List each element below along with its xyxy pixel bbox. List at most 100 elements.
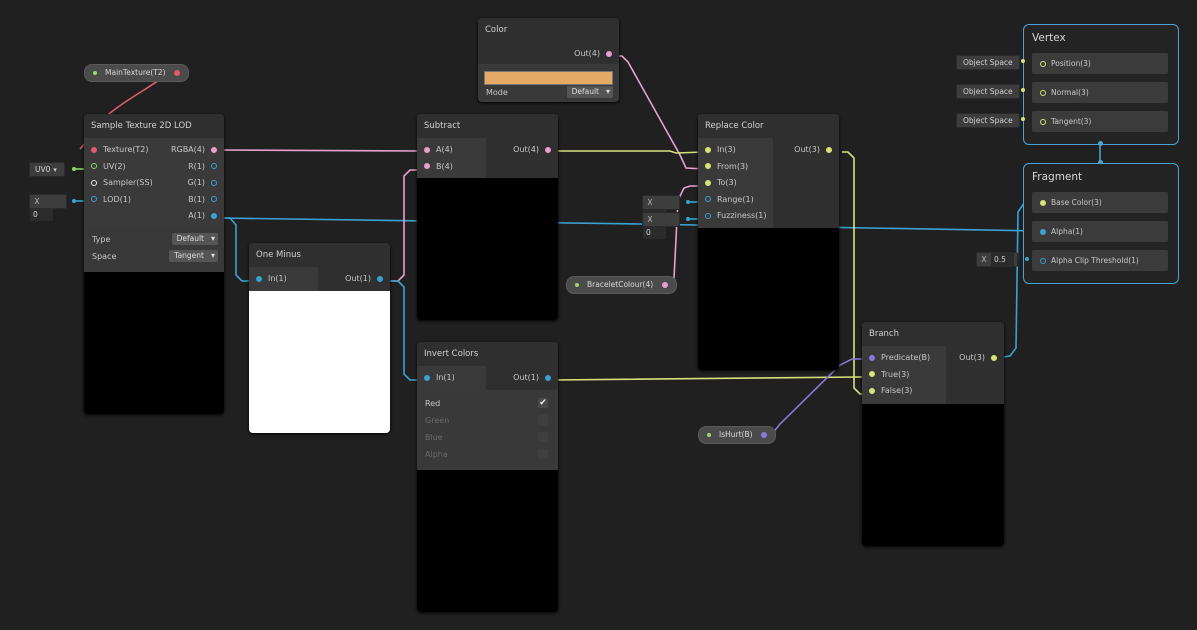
- output-port-icon[interactable]: [661, 282, 668, 288]
- port-icon[interactable]: [424, 163, 430, 169]
- port-icon[interactable]: [1040, 229, 1046, 235]
- input-true[interactable]: True(3): [862, 367, 930, 384]
- range-field[interactable]: X0: [642, 195, 680, 222]
- node-invert-colors[interactable]: Invert Colors In(1) Out(1) Red ✔ Green Bl…: [417, 342, 558, 612]
- port-icon[interactable]: [377, 275, 383, 282]
- output-port-icon[interactable]: [173, 70, 180, 76]
- output-out[interactable]: Out(1): [318, 271, 390, 288]
- uv-channel-dropdown[interactable]: UV0 ▾: [29, 162, 65, 177]
- port-icon[interactable]: [91, 196, 97, 202]
- node-title[interactable]: One Minus: [249, 243, 390, 267]
- port-icon[interactable]: [705, 179, 711, 186]
- port-icon[interactable]: [211, 179, 217, 186]
- input-a[interactable]: A(4): [417, 142, 453, 159]
- input-fuzziness[interactable]: Fuzziness(1): [698, 208, 767, 225]
- port-icon[interactable]: [211, 212, 217, 219]
- input-to[interactable]: To(3): [698, 175, 767, 192]
- space-dropdown[interactable]: Tangent: [169, 250, 218, 262]
- port-icon[interactable]: [1040, 119, 1046, 125]
- port-icon[interactable]: [91, 179, 97, 186]
- input-false[interactable]: False(3): [862, 383, 930, 400]
- port-icon[interactable]: [256, 275, 262, 282]
- alpha-clip-field[interactable]: X 0.5: [976, 252, 1018, 267]
- output-r[interactable]: R(1): [164, 159, 224, 176]
- output-out[interactable]: Out(1): [486, 370, 558, 387]
- type-dropdown[interactable]: Default: [171, 233, 218, 245]
- node-sample-texture-2d-lod[interactable]: Sample Texture 2D LOD Texture(T2) UV(2) …: [84, 114, 224, 414]
- port-icon[interactable]: [869, 371, 875, 377]
- graph-canvas[interactable]: MainTexture(T2) UV0 ▾ X0 Sample Texture 2…: [0, 0, 1197, 630]
- input-uv[interactable]: UV(2): [84, 159, 153, 176]
- fragment-alphaclip-slot[interactable]: Alpha Clip Threshold(1): [1032, 250, 1168, 271]
- port-icon[interactable]: [991, 354, 997, 361]
- green-checkbox[interactable]: [538, 415, 548, 425]
- node-one-minus[interactable]: One Minus In(1) Out(1): [249, 243, 390, 433]
- input-texture[interactable]: Texture(T2): [84, 142, 153, 159]
- output-g[interactable]: G(1): [164, 175, 224, 192]
- tangent-space-field[interactable]: Object Space: [956, 113, 1020, 128]
- input-sampler[interactable]: Sampler(SS): [84, 175, 153, 192]
- port-icon[interactable]: [91, 146, 97, 153]
- fragment-basecolor-slot[interactable]: Base Color(3): [1032, 192, 1168, 213]
- port-icon[interactable]: [606, 50, 612, 57]
- lod-field[interactable]: X0: [29, 194, 67, 221]
- property-braceletcolour[interactable]: BraceletColour(4): [566, 276, 677, 294]
- output-b[interactable]: B(1): [164, 192, 224, 209]
- port-icon[interactable]: [211, 163, 217, 169]
- node-replace-color[interactable]: Replace Color In(3) From(3) To(3) Range(…: [698, 114, 839, 370]
- node-title[interactable]: Subtract: [417, 114, 558, 138]
- port-icon[interactable]: [705, 163, 711, 169]
- node-title[interactable]: Invert Colors: [417, 342, 558, 366]
- output-a[interactable]: A(1): [164, 208, 224, 225]
- port-icon[interactable]: [1040, 258, 1046, 264]
- port-icon[interactable]: [705, 196, 711, 202]
- vertex-position-slot[interactable]: Position(3): [1032, 53, 1168, 74]
- red-checkbox[interactable]: ✔: [538, 398, 548, 408]
- output-port-icon[interactable]: [760, 432, 767, 438]
- output-out[interactable]: Out(4): [539, 46, 619, 63]
- alpha-checkbox[interactable]: [538, 449, 548, 459]
- port-icon[interactable]: [211, 146, 217, 153]
- mode-dropdown[interactable]: Default: [566, 86, 613, 98]
- vertex-normal-slot[interactable]: Normal(3): [1032, 82, 1168, 103]
- input-predicate[interactable]: Predicate(B): [862, 350, 930, 367]
- port-icon[interactable]: [424, 146, 430, 153]
- port-icon[interactable]: [1040, 200, 1046, 206]
- master-stack-vertex[interactable]: Vertex Position(3) Normal(3) Tangent(3): [1023, 24, 1179, 145]
- output-out[interactable]: Out(4): [486, 142, 558, 159]
- blue-checkbox[interactable]: [538, 432, 548, 442]
- output-out[interactable]: Out(3): [946, 350, 1004, 367]
- input-in[interactable]: In(1): [249, 271, 287, 288]
- port-icon[interactable]: [1040, 90, 1046, 96]
- port-icon[interactable]: [705, 146, 711, 153]
- node-color[interactable]: Color Out(4) Mode Default: [478, 18, 619, 102]
- fragment-alpha-slot[interactable]: Alpha(1): [1032, 221, 1168, 242]
- port-icon[interactable]: [869, 354, 875, 361]
- color-swatch[interactable]: [484, 71, 613, 85]
- node-title[interactable]: Branch: [862, 322, 1004, 346]
- node-title[interactable]: Replace Color: [698, 114, 839, 138]
- port-icon[interactable]: [869, 387, 875, 394]
- node-title[interactable]: Color: [478, 18, 619, 42]
- port-icon[interactable]: [91, 163, 97, 169]
- input-range[interactable]: Range(1): [698, 192, 767, 209]
- input-from[interactable]: From(3): [698, 159, 767, 176]
- port-icon[interactable]: [211, 196, 217, 202]
- master-stack-fragment[interactable]: Fragment Base Color(3) Alpha(1) Alpha Cl…: [1023, 163, 1179, 284]
- port-icon[interactable]: [424, 374, 430, 381]
- input-lod[interactable]: LOD(1): [84, 192, 153, 209]
- input-in[interactable]: In(1): [417, 370, 455, 387]
- normal-space-field[interactable]: Object Space: [956, 84, 1020, 99]
- port-icon[interactable]: [705, 212, 711, 219]
- node-title[interactable]: Sample Texture 2D LOD: [84, 114, 224, 138]
- port-icon[interactable]: [545, 374, 551, 381]
- property-maintexture[interactable]: MainTexture(T2): [84, 64, 189, 82]
- position-space-field[interactable]: Object Space: [956, 55, 1020, 70]
- port-icon[interactable]: [1040, 61, 1046, 67]
- port-icon[interactable]: [545, 146, 551, 153]
- input-b[interactable]: B(4): [417, 159, 453, 176]
- vertex-tangent-slot[interactable]: Tangent(3): [1032, 111, 1168, 132]
- property-ishurt[interactable]: IsHurt(B): [698, 426, 776, 444]
- node-branch[interactable]: Branch Predicate(B) True(3) False(3) Out…: [862, 322, 1004, 546]
- input-in[interactable]: In(3): [698, 142, 767, 159]
